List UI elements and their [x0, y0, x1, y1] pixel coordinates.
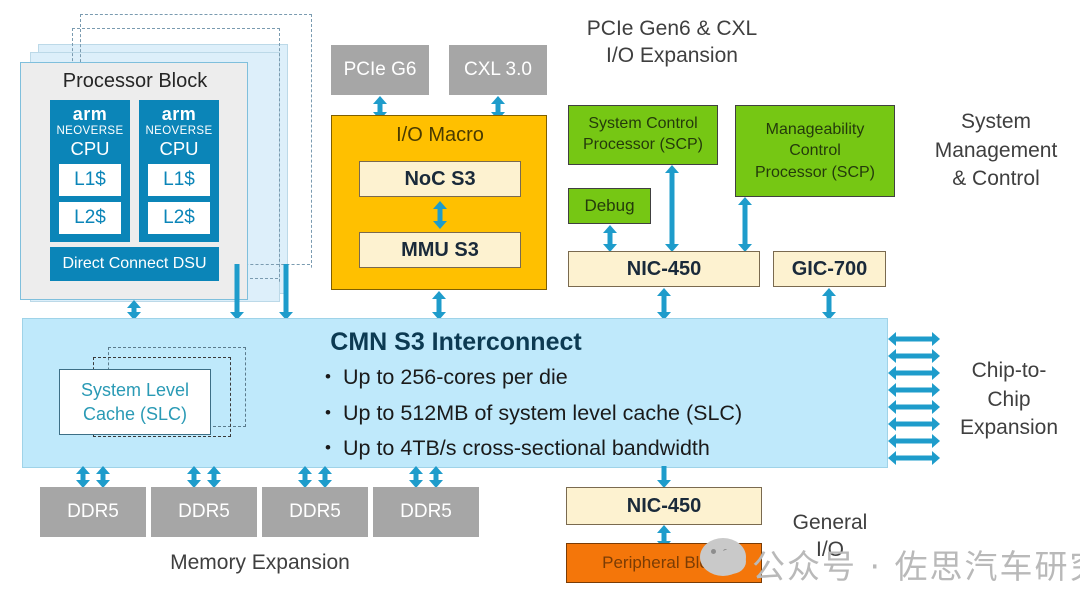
- system-level-cache-block[interactable]: System Level Cache (SLC): [59, 369, 211, 435]
- manageability-control-processor-block[interactable]: Manageability Control Processor (SCP): [735, 105, 895, 197]
- arrow-mcp-to-nic: [736, 197, 754, 252]
- arm-logo-text: arm: [72, 103, 108, 124]
- arrow-iomacro-to-cmn: [430, 291, 448, 320]
- bullet-marker: •: [325, 367, 331, 386]
- bullet-marker: •: [325, 438, 331, 457]
- arrow-cmn-to-nic-bottom: [655, 466, 673, 488]
- mmu-s3-block[interactable]: MMU S3: [359, 232, 521, 268]
- arrow-ghost1-to-cmn: [228, 264, 246, 320]
- chip-to-chip-caption-line3: Expansion: [959, 416, 1059, 440]
- chip-to-chip-caption: Chip-to- Chip Expansion: [944, 355, 1074, 445]
- list-item: • Up to 512MB of system level cache (SLC…: [325, 400, 865, 425]
- chip-to-chip-link-3: [888, 382, 940, 397]
- system-control-processor-block[interactable]: System Control Processor (SCP): [568, 105, 718, 165]
- list-item: • Up to 4TB/s cross-sectional bandwidth: [325, 436, 865, 460]
- cpu-l1-cache: L1$: [59, 164, 121, 196]
- arrow-noc-to-mmu: [431, 201, 449, 229]
- io-macro-block[interactable]: I/O Macro NoC S3 MMU S3: [331, 115, 547, 290]
- ddr5-module-0[interactable]: DDR5: [40, 487, 146, 537]
- arrow-cmn-to-ddr5-2b: [317, 466, 333, 488]
- arm-logo-text: arm: [161, 103, 197, 124]
- gic-700-block[interactable]: GIC-700: [773, 251, 886, 287]
- slc-line2: Cache (SLC): [82, 404, 188, 424]
- mcp-line1: Manageability: [765, 120, 865, 138]
- arrow-cmn-to-ddr5-2a: [297, 466, 313, 488]
- wechat-logo-dot: [711, 549, 716, 554]
- ddr5-module-2[interactable]: DDR5: [262, 487, 368, 537]
- chip-to-chip-caption-line2: Chip: [987, 387, 1031, 411]
- cpu-label: CPU: [70, 138, 110, 159]
- mcp-line3: Processor (SCP): [754, 163, 876, 181]
- wechat-logo-dot: [723, 549, 728, 554]
- cpu-label: CPU: [159, 138, 199, 159]
- noc-s3-block[interactable]: NoC S3: [359, 161, 521, 197]
- arrow-cmn-to-ddr5-3a: [408, 466, 424, 488]
- cpu-l2-cache: L2$: [148, 202, 210, 234]
- general-io-caption-line1: General: [792, 510, 868, 534]
- nic-450-block-bottom[interactable]: NIC-450: [566, 487, 762, 525]
- system-management-caption-line2: Management: [934, 138, 1058, 162]
- io-expansion-caption: PCIe Gen6 & CXL I/O Expansion: [556, 14, 788, 70]
- arrow-debug-to-nic: [601, 225, 619, 252]
- io-expansion-caption-line1: PCIe Gen6 & CXL: [586, 16, 758, 40]
- arrow-nic-top-to-cmn: [655, 288, 673, 320]
- memory-expansion-caption: Memory Expansion: [170, 551, 350, 574]
- processor-ghost-tail-outer: [240, 264, 310, 265]
- nic-450-block-top[interactable]: NIC-450: [568, 251, 760, 287]
- arrow-scp-to-nic: [663, 165, 681, 252]
- processor-block[interactable]: Processor Block arm NEOVERSE CPU L1$ L2$…: [20, 62, 248, 300]
- scp-line1: System Control: [588, 115, 698, 133]
- arrow-cmn-to-ddr5-3b: [428, 466, 444, 488]
- scp-line2: Processor (SCP): [582, 136, 704, 153]
- slc-line1: System Level: [80, 379, 190, 400]
- cmn-bullet-2: Up to 4TB/s cross-sectional bandwidth: [343, 436, 710, 460]
- chip-to-chip-link-5: [888, 416, 940, 431]
- cpu-l2-cache: L2$: [59, 202, 121, 234]
- direct-connect-dsu[interactable]: Direct Connect DSU: [50, 247, 219, 281]
- debug-block[interactable]: Debug: [568, 188, 651, 224]
- arrow-processor-to-cmn: [125, 300, 143, 320]
- arrow-cmn-to-ddr5-0b: [95, 466, 111, 488]
- arrow-cmn-to-ddr5-0a: [75, 466, 91, 488]
- arrow-cmn-to-ddr5-1a: [186, 466, 202, 488]
- cpu-core-0[interactable]: arm NEOVERSE CPU L1$ L2$: [50, 100, 130, 242]
- cmn-bullet-1: Up to 512MB of system level cache (SLC): [343, 400, 743, 425]
- arrow-ghost2-to-cmn: [277, 264, 295, 320]
- wechat-logo-icon: [700, 538, 746, 576]
- bullet-marker: •: [325, 402, 331, 422]
- system-management-caption-line1: System: [960, 110, 1031, 134]
- io-macro-title: I/O Macro: [396, 123, 484, 146]
- cpu-l1-cache: L1$: [148, 164, 210, 196]
- neoverse-label: NEOVERSE: [145, 124, 213, 137]
- cpu-core-1[interactable]: arm NEOVERSE CPU L1$ L2$: [139, 100, 219, 242]
- chip-to-chip-link-7: [888, 450, 940, 465]
- chip-to-chip-link-2: [888, 365, 940, 380]
- watermark-text: 公众号 · 佐思汽车研究: [752, 547, 1080, 586]
- ddr5-module-3[interactable]: DDR5: [373, 487, 479, 537]
- cxl-30-block[interactable]: CXL 3.0: [449, 45, 547, 95]
- chip-to-chip-link-1: [888, 348, 940, 363]
- chip-to-chip-caption-line1: Chip-to-: [971, 359, 1047, 383]
- list-item: • Up to 256-cores per die: [325, 365, 865, 389]
- cmn-feature-list: • Up to 256-cores per die • Up to 512MB …: [325, 365, 865, 474]
- neoverse-label: NEOVERSE: [56, 124, 124, 137]
- cmn-s3-interconnect[interactable]: CMN S3 Interconnect • Up to 256-cores pe…: [22, 318, 888, 468]
- arrow-cmn-to-ddr5-1b: [206, 466, 222, 488]
- pcie-g6-block[interactable]: PCIe G6: [331, 45, 429, 95]
- chip-to-chip-link-4: [888, 399, 940, 414]
- system-management-caption-line3: & Control: [952, 167, 1040, 191]
- ddr5-module-1[interactable]: DDR5: [151, 487, 257, 537]
- io-expansion-caption-line2: I/O Expansion: [606, 44, 738, 67]
- chip-to-chip-link-6: [888, 433, 940, 448]
- cmn-bullet-0: Up to 256-cores per die: [343, 365, 568, 389]
- system-management-caption: System Management & Control: [912, 106, 1080, 196]
- chip-to-chip-link-0: [888, 331, 940, 346]
- processor-block-title: Processor Block: [62, 69, 208, 92]
- mcp-line2: Control: [789, 142, 841, 160]
- arrow-gic-to-cmn: [820, 288, 838, 320]
